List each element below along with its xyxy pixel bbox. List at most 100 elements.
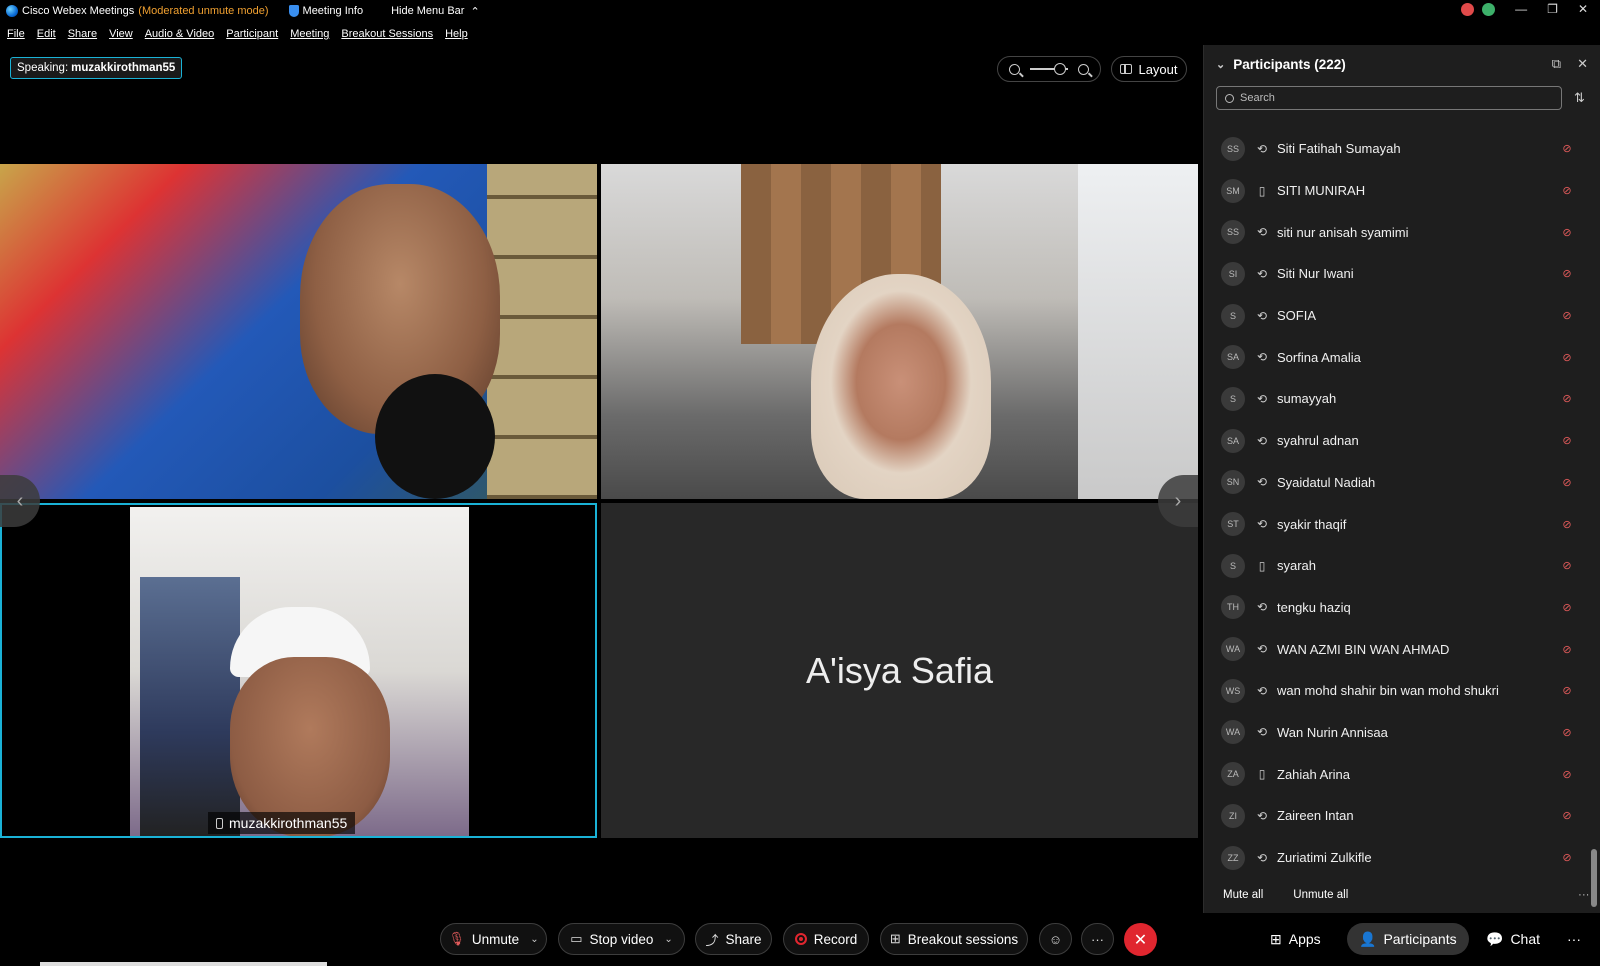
apps-button[interactable]: ⊞ Apps — [1258, 923, 1333, 955]
zoom-slider[interactable] — [1030, 63, 1068, 75]
leave-meeting-button[interactable]: ✕ — [1124, 923, 1157, 956]
video-tile-no-video[interactable]: A'isya Safia — [601, 503, 1198, 838]
participant-name: Siti Nur Iwani — [1277, 266, 1354, 282]
chevron-down-icon[interactable]: ⌄ — [664, 934, 672, 945]
muted-mic-icon[interactable]: ⊘ — [1562, 392, 1572, 405]
participant-row[interactable]: ZA ▯ Zahiah Arina ⊘ — [1204, 753, 1594, 795]
user-avatar-icon[interactable] — [1482, 2, 1496, 16]
sync-icon: ⟲ — [1256, 683, 1268, 698]
close-panel-icon[interactable]: ✕ — [1577, 56, 1588, 72]
participant-row[interactable]: S ▯ syarah ⊘ — [1204, 545, 1594, 587]
muted-mic-icon[interactable]: ⊘ — [1562, 726, 1572, 739]
muted-mic-icon[interactable]: ⊘ — [1562, 351, 1572, 364]
more-options-icon[interactable]: ··· — [1578, 889, 1590, 901]
sort-icon[interactable]: ⇅ — [1574, 90, 1585, 106]
zoom-out-icon[interactable] — [1009, 63, 1020, 75]
more-options-button[interactable]: ··· — [1081, 923, 1114, 955]
participant-row[interactable]: ZZ ⟲ Zuriatimi Zulkifle ⊘ — [1204, 837, 1594, 879]
popout-icon[interactable]: ⧉ — [1552, 56, 1561, 72]
menu-file[interactable]: File — [7, 28, 25, 40]
chevron-down-icon[interactable]: ⌄ — [530, 934, 538, 945]
mute-all-button[interactable]: Mute all — [1223, 889, 1263, 901]
muted-mic-icon[interactable]: ⊘ — [1562, 559, 1572, 572]
muted-mic-icon[interactable]: ⊘ — [1562, 851, 1572, 864]
muted-mic-icon[interactable]: ⊘ — [1562, 768, 1572, 781]
menu-breakout-sessions[interactable]: Breakout Sessions — [341, 28, 433, 40]
menu-edit[interactable]: Edit — [37, 28, 56, 40]
muted-mic-icon[interactable]: ⊘ — [1562, 142, 1572, 155]
unmute-all-button[interactable]: Unmute all — [1293, 889, 1348, 901]
muted-mic-icon[interactable]: ⊘ — [1562, 518, 1572, 531]
muted-mic-icon[interactable]: ⊘ — [1562, 184, 1572, 197]
maximize-icon[interactable]: ❐ — [1547, 2, 1558, 16]
menu-help[interactable]: Help — [445, 28, 468, 40]
layout-button[interactable]: Layout — [1111, 56, 1187, 82]
apps-icon: ⊞ — [1270, 930, 1282, 947]
share-button[interactable]: ⤴ Share — [695, 923, 772, 955]
muted-mic-icon[interactable]: ⊘ — [1562, 643, 1572, 656]
menu-share[interactable]: Share — [68, 28, 97, 40]
muted-mic-icon[interactable]: ⊘ — [1562, 267, 1572, 280]
participant-row[interactable]: S ⟲ sumayyah ⊘ — [1204, 378, 1594, 420]
record-button[interactable]: Record — [783, 923, 869, 955]
muted-mic-icon[interactable]: ⊘ — [1562, 684, 1572, 697]
app-title: Cisco Webex Meetings — [22, 5, 135, 17]
participant-row[interactable]: WA ⟲ Wan Nurin Annisaa ⊘ — [1204, 712, 1594, 754]
participant-row[interactable]: SS ⟲ siti nur anisah syamimi ⊘ — [1204, 211, 1594, 253]
zoom-in-icon[interactable] — [1078, 63, 1089, 75]
chat-button[interactable]: 💬 Chat — [1474, 923, 1552, 955]
menu-audio-video[interactable]: Audio & Video — [145, 28, 215, 40]
participant-row[interactable]: S ⟲ SOFIA ⊘ — [1204, 295, 1594, 337]
participant-row[interactable]: SN ⟲ Syaidatul Nadiah ⊘ — [1204, 462, 1594, 504]
participant-avatar: TH — [1221, 595, 1245, 620]
participant-row[interactable]: SA ⟲ syahrul adnan ⊘ — [1204, 420, 1594, 462]
participant-row[interactable]: SI ⟲ Siti Nur Iwani ⊘ — [1204, 253, 1594, 295]
muted-mic-icon[interactable]: ⊘ — [1562, 809, 1572, 822]
participants-button[interactable]: 👤 Participants — [1347, 923, 1469, 955]
unmute-button[interactable]: 🎙 Unmute ⌄ — [440, 923, 547, 955]
participant-search-input[interactable]: Search — [1216, 86, 1562, 110]
participant-name: siti nur anisah syamimi — [1277, 224, 1409, 240]
participant-name: syakir thaqif — [1277, 516, 1347, 532]
video-tile-active-speaker[interactable]: muzakkirothman55 — [0, 503, 597, 838]
chevron-up-icon: ⌃ — [470, 5, 480, 18]
participant-name: Zuriatimi Zulkifle — [1277, 850, 1372, 866]
hide-menu-bar-button[interactable]: Hide Menu Bar ⌃ — [391, 5, 480, 18]
participant-row[interactable]: TH ⟲ tengku haziq ⊘ — [1204, 587, 1594, 629]
meeting-info-button[interactable]: Meeting Info — [288, 5, 363, 17]
breakout-sessions-button[interactable]: ⊞ Breakout sessions — [880, 923, 1028, 955]
participant-row[interactable]: SA ⟲ Sorfina Amalia ⊘ — [1204, 336, 1594, 378]
muted-mic-icon[interactable]: ⊘ — [1562, 309, 1572, 322]
video-tile-1[interactable] — [0, 164, 597, 499]
menu-view[interactable]: View — [109, 28, 133, 40]
sync-icon: ⟲ — [1256, 350, 1268, 365]
participant-row[interactable]: ST ⟲ syakir thaqif ⊘ — [1204, 503, 1594, 545]
participant-row[interactable]: WA ⟲ WAN AZMI BIN WAN AHMAD ⊘ — [1204, 628, 1594, 670]
participant-name: syarah — [1277, 558, 1317, 574]
video-tile-2[interactable] — [601, 164, 1198, 499]
record-label: Record — [813, 931, 858, 947]
muted-mic-icon[interactable]: ⊘ — [1562, 226, 1572, 239]
scrollbar-thumb[interactable] — [1591, 849, 1597, 907]
minimize-icon[interactable]: — — [1515, 2, 1527, 16]
menu-participant[interactable]: Participant — [226, 28, 278, 40]
participant-row[interactable]: WS ⟲ wan mohd shahir bin wan mohd shukri ⊘ — [1204, 670, 1594, 712]
stop-video-button[interactable]: ▭ Stop video ⌄ — [558, 923, 685, 955]
muted-mic-icon[interactable]: ⊘ — [1562, 476, 1572, 489]
participants-panel: ⌄ Participants (222) ⧉ ✕ Search ⇅ SS ⟲ Sit… — [1203, 45, 1600, 913]
participant-row[interactable]: ZI ⟲ Zaireen Intan ⊘ — [1204, 795, 1594, 837]
participant-row[interactable]: SM ▯ SITI MUNIRAH ⊘ — [1204, 170, 1594, 212]
notification-icon[interactable] — [1461, 2, 1475, 16]
muted-mic-icon[interactable]: ⊘ — [1562, 601, 1572, 614]
muted-mic-icon[interactable]: ⊘ — [1562, 434, 1572, 447]
close-window-icon[interactable]: ✕ — [1578, 2, 1588, 16]
participants-header: ⌄ Participants (222) ⧉ ✕ — [1204, 45, 1600, 83]
participant-avatar: ST — [1221, 512, 1245, 537]
menu-meeting[interactable]: Meeting — [290, 28, 329, 40]
participant-row[interactable]: SS ⟲ Siti Fatihah Sumayah ⊘ — [1204, 128, 1594, 170]
collapse-chevron-icon[interactable]: ⌄ — [1216, 58, 1225, 71]
panel-more-options[interactable]: ··· — [1555, 923, 1593, 955]
reactions-button[interactable]: ☺ — [1039, 923, 1072, 955]
unmute-label: Unmute — [471, 931, 520, 947]
participant-list-scrollbar[interactable] — [1591, 167, 1597, 911]
